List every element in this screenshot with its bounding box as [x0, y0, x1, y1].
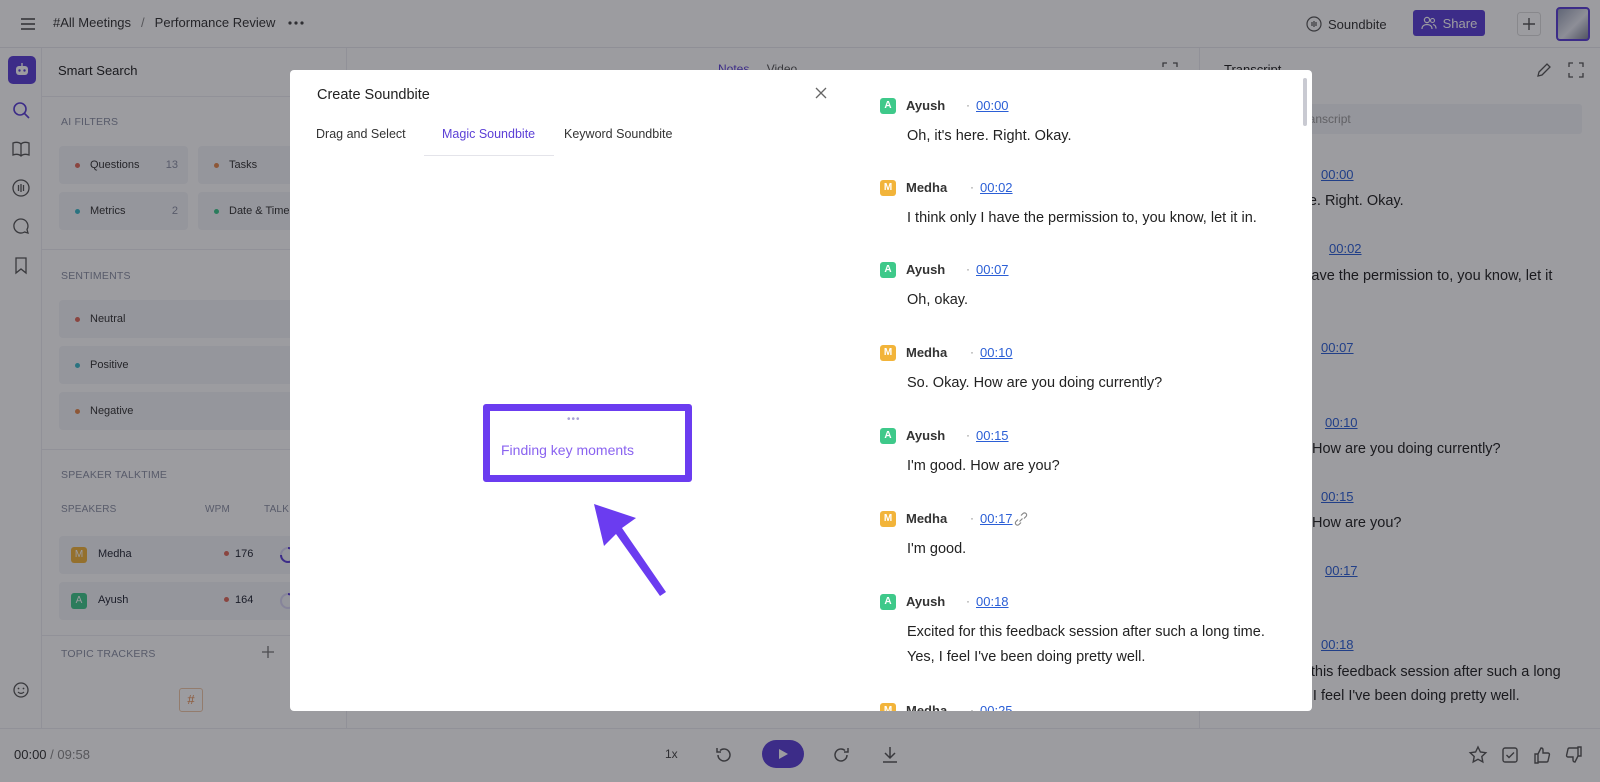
link-icon[interactable]	[1013, 512, 1029, 526]
bullet-separator: ·	[970, 345, 974, 359]
tab-drag-and-select[interactable]: Drag and Select	[316, 127, 406, 141]
modal-title: Create Soundbite	[317, 87, 430, 103]
create-soundbite-modal: Create Soundbite Drag and Select Magic S…	[290, 70, 1312, 711]
close-icon[interactable]	[814, 86, 828, 100]
tab-magic-soundbite[interactable]: Magic Soundbite	[442, 127, 535, 141]
transcript-text: I think only I have the permission to, y…	[907, 210, 1257, 226]
transcript-text: I'm good.	[907, 541, 967, 557]
speaker-name: Ayush	[906, 594, 946, 609]
transcript-timestamp[interactable]: 00:25	[980, 703, 1013, 711]
transcript-timestamp[interactable]: 00:02	[980, 180, 1013, 195]
bullet-separator: ·	[966, 262, 970, 276]
finding-key-moments-status: ••• Finding key moments	[483, 404, 692, 482]
speaker-avatar: A	[880, 428, 896, 444]
transcript-timestamp[interactable]: 00:18	[976, 594, 1009, 609]
transcript-timestamp[interactable]: 00:17	[980, 511, 1013, 526]
bullet-separator: ·	[970, 511, 974, 525]
bullet-separator: ·	[966, 98, 970, 112]
transcript-text: So. Okay. How are you doing currently?	[907, 375, 1163, 391]
speaker-avatar: M	[880, 703, 896, 711]
transcript-timestamp[interactable]: 00:00	[976, 98, 1009, 113]
speaker-avatar: M	[880, 345, 896, 361]
speaker-name: Ayush	[906, 428, 946, 443]
status-text: Finding key moments	[501, 442, 635, 458]
transcript-timestamp[interactable]: 00:15	[976, 428, 1009, 443]
speaker-avatar: M	[880, 511, 896, 527]
pointer-arrow-icon	[594, 504, 666, 596]
speaker-avatar: A	[880, 594, 896, 610]
transcript-text: Oh, okay.	[907, 292, 968, 308]
speaker-name: Medha	[906, 703, 948, 711]
speaker-name: Ayush	[906, 98, 946, 113]
transcript-timestamp[interactable]: 00:10	[980, 345, 1013, 360]
transcript-scrollbar[interactable]	[1303, 78, 1307, 126]
transcript-text: I'm good. How are you?	[907, 458, 1060, 474]
tab-keyword-soundbite[interactable]: Keyword Soundbite	[564, 127, 672, 141]
transcript-text: Excited for this feedback session after …	[907, 624, 1265, 665]
speaker-avatar: M	[880, 180, 896, 196]
speaker-name: Medha	[906, 180, 948, 195]
speaker-avatar: A	[880, 262, 896, 278]
loading-dots: •••	[567, 414, 581, 425]
transcript-text: Oh, it's here. Right. Okay.	[907, 128, 1072, 144]
speaker-name: Medha	[906, 345, 948, 360]
bullet-separator: ·	[966, 428, 970, 442]
transcript-timestamp[interactable]: 00:07	[976, 262, 1009, 277]
bullet-separator: ·	[970, 180, 974, 194]
speaker-avatar: A	[880, 98, 896, 114]
bullet-separator: ·	[970, 703, 974, 711]
active-tab-underline	[424, 155, 554, 156]
bullet-separator: ·	[966, 594, 970, 608]
speaker-name: Ayush	[906, 262, 946, 277]
speaker-name: Medha	[906, 511, 948, 526]
